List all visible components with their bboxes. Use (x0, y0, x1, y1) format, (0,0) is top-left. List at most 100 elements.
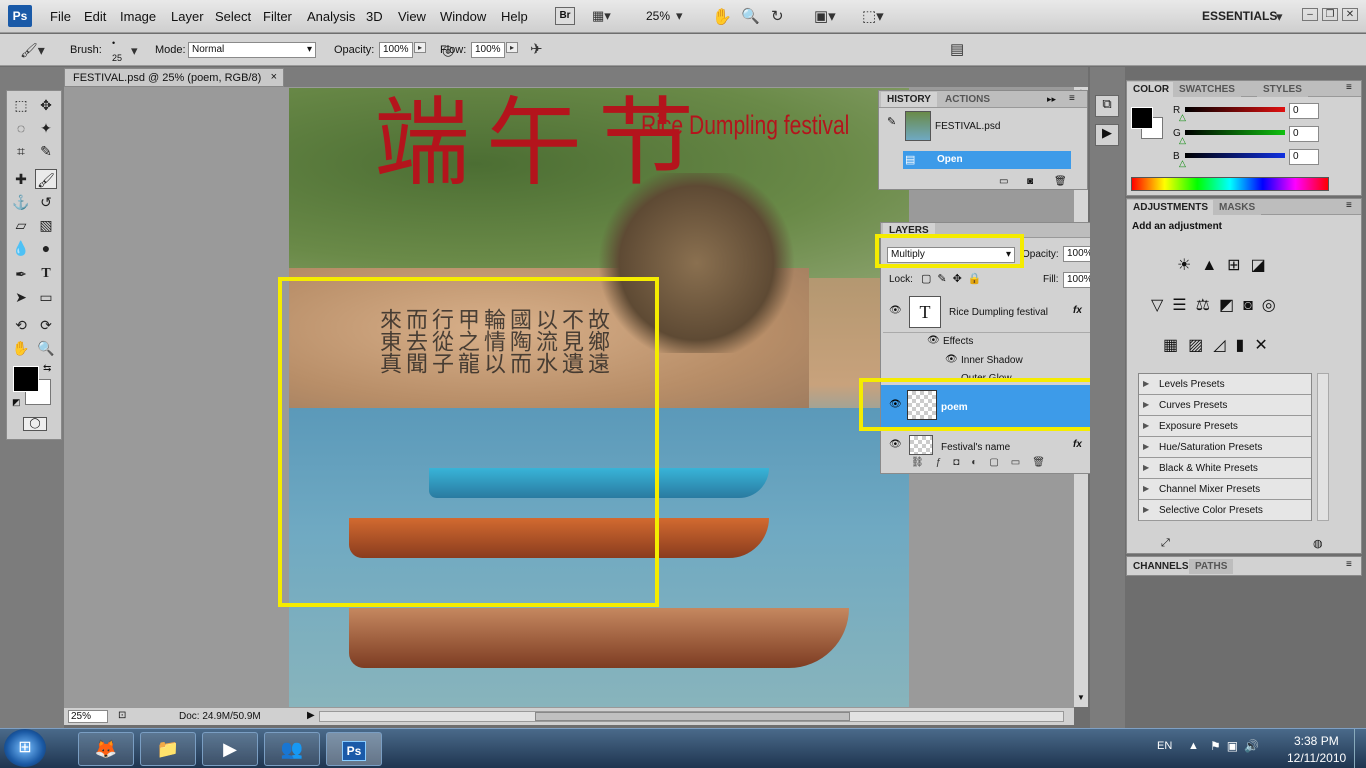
channel-slider[interactable] (1185, 130, 1285, 135)
menu-image[interactable]: Image (120, 9, 156, 24)
preset-item[interactable]: ▶ Selective Color Presets (1139, 500, 1311, 521)
status-menu-arrow[interactable]: ▶ (307, 710, 315, 721)
panel-menu-icon[interactable]: ≡ (1346, 82, 1352, 93)
expand-triangle-icon[interactable]: ▶ (1143, 484, 1149, 493)
blur-icon[interactable]: 💧 (10, 238, 32, 258)
slider-handle-icon[interactable]: △ (1179, 158, 1186, 169)
marquee-tool-icon[interactable]: ⬚ (10, 95, 32, 115)
tab-styles[interactable]: STYLES (1257, 82, 1308, 97)
status-icon[interactable]: ⊡ (118, 710, 126, 721)
tab-actions[interactable]: ACTIONS (939, 92, 996, 107)
channel-value[interactable]: 0 (1289, 103, 1319, 119)
hand-tool-icon[interactable]: ✋ (10, 338, 32, 358)
pen-tool-icon[interactable]: ✒ (10, 264, 32, 284)
tray-icons[interactable]: ⚑▣🔊 (1210, 739, 1265, 753)
media-player-icon[interactable]: ▶ (202, 732, 258, 766)
tab-channels[interactable]: CHANNELS (1127, 559, 1195, 574)
eraser-icon[interactable]: ▱ (10, 215, 32, 235)
menu-window[interactable]: Window (440, 9, 486, 24)
brush-preview[interactable]: • (112, 38, 115, 48)
lasso-tool-icon[interactable]: ◌ (10, 118, 32, 138)
slider-handle-icon[interactable]: △ (1179, 112, 1186, 123)
menu-view[interactable]: View (398, 9, 426, 24)
swap-colors-icon[interactable]: ⇆ (43, 363, 51, 374)
eye-icon[interactable]: 👁 (927, 335, 940, 346)
chevron-down-icon[interactable]: ▾ (676, 8, 683, 24)
tab-swatches[interactable]: SWATCHES (1173, 82, 1241, 97)
menu-file[interactable]: File (50, 9, 71, 24)
clone-stamp-icon[interactable]: ⚓ (10, 192, 32, 212)
collapse-icon[interactable]: ▸▸ (1047, 94, 1056, 105)
eye-icon[interactable]: 👁 (889, 439, 902, 450)
crop-tool-icon[interactable]: ⌗ (10, 141, 32, 161)
effect-inner-shadow[interactable]: Inner Shadow (961, 355, 1023, 366)
layer-row[interactable]: 👁 Festival's name fx (883, 433, 1101, 455)
panel-menu-icon[interactable]: ≡ (1069, 93, 1075, 104)
expand-triangle-icon[interactable]: ▶ (1143, 400, 1149, 409)
zoom-tool-icon[interactable]: 🔍 (35, 338, 57, 358)
snapshot-name[interactable]: FESTIVAL.psd (935, 121, 1000, 132)
layer-row[interactable]: 👁 T Rice Dumpling festival fx (883, 293, 1101, 333)
clock-date[interactable]: 12/11/2010 (1287, 751, 1346, 765)
expand-triangle-icon[interactable]: ▶ (1143, 463, 1149, 472)
default-colors-icon[interactable]: ◩ (12, 397, 21, 408)
expand-triangle-icon[interactable]: ▶ (1143, 505, 1149, 514)
lock-icons[interactable]: ▢✎✥🔒 (921, 272, 988, 285)
eye-icon[interactable]: 👁 (889, 305, 902, 316)
zoom-level[interactable]: 25% (646, 9, 670, 23)
photoshop-taskbar-icon[interactable]: Ps (326, 732, 382, 766)
bridge-button[interactable]: Br (555, 7, 575, 25)
tab-history[interactable]: HISTORY (881, 92, 937, 107)
preset-item[interactable]: ▶ Exposure Presets (1139, 416, 1311, 437)
eye-icon[interactable]: 👁 (945, 354, 958, 365)
3d-orbit-icon[interactable]: ⟳ (35, 315, 57, 335)
camera-icon[interactable]: ◙ (1027, 176, 1033, 187)
hand-icon[interactable]: ✋ (712, 7, 732, 27)
workspace-switcher[interactable]: ESSENTIALS (1202, 9, 1277, 23)
actions-panel-icon[interactable]: ▶ (1095, 124, 1119, 146)
preset-item[interactable]: ▶ Hue/Saturation Presets (1139, 437, 1311, 458)
close-icon[interactable]: ✕ (1342, 8, 1358, 21)
adjustment-icons-row-3[interactable]: ▦▨◿▮✕ (1163, 335, 1278, 355)
close-icon[interactable]: × (271, 71, 277, 83)
magic-wand-icon[interactable]: ✦ (35, 118, 57, 138)
preset-item[interactable]: ▶ Channel Mixer Presets (1139, 479, 1311, 500)
horizontal-scrollbar[interactable] (319, 711, 1064, 722)
expand-triangle-icon[interactable]: ▶ (1143, 442, 1149, 451)
minimize-icon[interactable]: – (1302, 8, 1318, 21)
foreground-color-swatch[interactable] (13, 366, 39, 392)
clip-icon[interactable]: ◍ (1313, 537, 1323, 550)
scroll-thumb[interactable] (535, 712, 850, 721)
menu-layer[interactable]: Layer (171, 9, 204, 24)
show-hidden-icons[interactable]: ▲ (1188, 740, 1199, 752)
preset-item[interactable]: ▶ Curves Presets (1139, 395, 1311, 416)
rotate-view-icon[interactable]: ↻ (771, 7, 784, 25)
panel-menu-icon[interactable]: ≡ (1346, 200, 1352, 211)
opacity-field[interactable]: 100% (379, 42, 413, 58)
channel-value[interactable]: 0 (1289, 126, 1319, 142)
zoom-icon[interactable]: 🔍 (741, 7, 760, 25)
tab-color[interactable]: COLOR (1127, 82, 1176, 97)
opacity-slider-button[interactable]: ▸ (414, 42, 426, 53)
flow-slider-button[interactable]: ▸ (506, 42, 518, 53)
foreground-color-swatch[interactable] (1131, 107, 1153, 129)
fx-badge[interactable]: fx (1073, 439, 1082, 450)
show-desktop-button[interactable] (1354, 729, 1366, 768)
expand-triangle-icon[interactable]: ▶ (1143, 421, 1149, 430)
document-tab[interactable]: FESTIVAL.psd @ 25% (poem, RGB/8) × (64, 68, 284, 87)
gradient-icon[interactable]: ▧ (35, 215, 57, 235)
menu-3d[interactable]: 3D (366, 9, 383, 24)
history-brush-source-icon[interactable]: ✎ (887, 115, 901, 129)
expand-triangle-icon[interactable]: ▶ (1143, 379, 1149, 388)
preset-item[interactable]: ▶ Black & White Presets (1139, 458, 1311, 479)
history-panel-icon[interactable]: ⧉ (1095, 95, 1119, 117)
channel-slider[interactable] (1185, 153, 1285, 158)
panel-menu-icon[interactable]: ≡ (1346, 559, 1352, 570)
channel-value[interactable]: 0 (1289, 149, 1319, 165)
film-icon[interactable]: ▦▾ (592, 8, 611, 24)
healing-brush-icon[interactable]: ✚ (10, 169, 32, 189)
menu-edit[interactable]: Edit (84, 9, 106, 24)
status-zoom[interactable]: 25% (68, 710, 108, 723)
history-brush-icon[interactable]: ↺ (35, 192, 57, 212)
mode-select[interactable]: Normal ▾ (188, 42, 316, 58)
